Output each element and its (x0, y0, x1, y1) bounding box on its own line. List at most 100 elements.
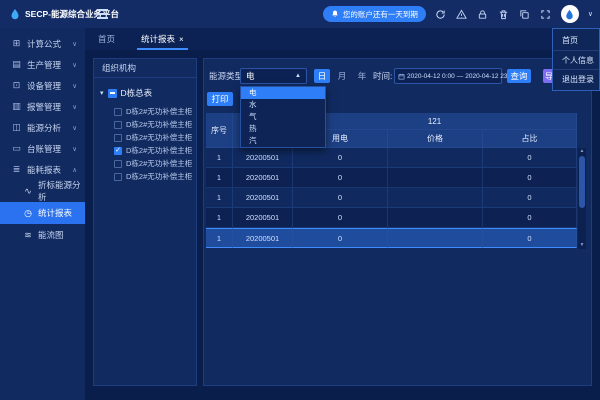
chevron-down-icon: ∨ (72, 40, 77, 48)
clock-icon: ◷ (23, 208, 33, 219)
sidebar-subitem-energy-flow[interactable]: ≋ 能流图 (0, 224, 85, 246)
dropdown-option-water[interactable]: 水 (241, 99, 325, 111)
user-menu-item-home[interactable]: 首页 (553, 31, 599, 50)
table-cell[interactable]: 0 (483, 168, 577, 188)
tree-node-checkbox[interactable] (114, 121, 122, 129)
tab-statistics-report[interactable]: 统计报表 × (128, 28, 197, 50)
table-cell[interactable]: 0 (483, 148, 577, 168)
tree-node-checkbox[interactable] (114, 108, 122, 116)
topbar-actions: 您的账户还有一天到期 ∨ (323, 5, 600, 23)
fullscreen-icon[interactable] (540, 8, 552, 20)
lock-icon[interactable] (477, 8, 489, 20)
table-cell[interactable]: 0 (293, 148, 388, 168)
line-chart-icon: ∿ (23, 186, 33, 197)
sidebar-item-energy-analysis[interactable]: ◫ 能源分析 ∨ (0, 117, 85, 138)
table-cell[interactable] (388, 148, 483, 168)
dropdown-option-heat[interactable]: 热 (241, 123, 325, 135)
table-cell-selected[interactable]: 0 (293, 228, 388, 248)
sidebar-item-device[interactable]: ⊡ 设备管理 ∨ (0, 75, 85, 96)
tab-home[interactable]: 首页 (85, 28, 128, 50)
table-cell[interactable]: 1 (206, 148, 233, 168)
notice-button[interactable]: 您的账户还有一天到期 (323, 6, 426, 22)
sidebar-subitem-statistics-report[interactable]: ◷ 统计报表 (0, 202, 85, 224)
dropdown-arrow-up-icon: ▲ (295, 73, 301, 79)
sidebar-subitem-std-energy-analysis[interactable]: ∿ 折标能源分析 (0, 180, 85, 202)
table-cell-selected[interactable]: 20200501 (233, 228, 293, 248)
scroll-down-icon[interactable]: ▼ (580, 242, 585, 249)
table-cell-selected[interactable]: 1 (206, 228, 233, 248)
tree-node-checkbox-checked[interactable]: ✓ (114, 147, 122, 155)
table-cell[interactable]: 1 (206, 208, 233, 228)
col-header-ratio: 占比 (483, 130, 577, 148)
period-day-button[interactable]: 日 (314, 69, 330, 83)
table-cell[interactable] (388, 168, 483, 188)
user-avatar[interactable] (561, 5, 579, 23)
table-cell[interactable]: 0 (293, 188, 388, 208)
scrollbar-thumb[interactable] (579, 156, 585, 208)
sidebar: ⊞ 计算公式 ∨ ▤ 生产管理 ∨ ⊡ 设备管理 ∨ ▥ 报警管理 ∨ ◫ 能源… (0, 28, 85, 400)
table-cell-selected[interactable]: 0 (483, 228, 577, 248)
query-button[interactable]: 查询 (507, 69, 531, 83)
period-year-button[interactable]: 年 (354, 69, 370, 83)
tree-node-checkbox[interactable] (114, 173, 122, 181)
table-cell[interactable]: 0 (483, 188, 577, 208)
tree-node[interactable]: D栋2#无功补偿主柜 (94, 131, 196, 144)
table-cell[interactable]: 1 (206, 188, 233, 208)
user-menu-item-profile[interactable]: 个人信息 (553, 50, 599, 69)
table-cell[interactable]: 1 (206, 168, 233, 188)
tree-root-checkbox[interactable] (108, 89, 117, 98)
table-cell[interactable]: 20200501 (233, 208, 293, 228)
caret-down-icon[interactable]: ▾ (100, 89, 104, 97)
sidebar-item-alarm[interactable]: ▥ 报警管理 ∨ (0, 96, 85, 117)
table-cell[interactable]: 0 (293, 168, 388, 188)
org-tree-panel: 组织机构 ▾ D栋总表 D栋2#无功补偿主柜 D栋2#无功补偿主柜 D栋2#无功… (93, 58, 197, 386)
date-range-input[interactable]: 2020-04-12 0:00 — 2020-04-12 23:59 (394, 68, 502, 84)
table-cell[interactable] (388, 188, 483, 208)
close-icon[interactable]: × (179, 35, 184, 44)
tree-node[interactable]: D栋2#无功补偿主柜 (94, 105, 196, 118)
table-cell[interactable]: 0 (293, 208, 388, 228)
alarm-icon: ▥ (11, 101, 22, 112)
app-root: SECP-能源综合业务平台 您的账户还有一天到期 (0, 0, 600, 400)
table-cell[interactable]: 20200501 (233, 188, 293, 208)
analysis-icon: ◫ (11, 122, 22, 133)
table-scrollbar[interactable]: ▲ ▼ (578, 148, 586, 249)
user-menu-chevron-icon[interactable]: ∨ (588, 10, 593, 18)
user-dropdown-menu: 首页 个人信息 退出登录 (552, 28, 600, 91)
flow-icon: ≋ (23, 230, 33, 241)
sidebar-item-calc-formula[interactable]: ⊞ 计算公式 ∨ (0, 33, 85, 54)
table-cell-selected[interactable] (388, 228, 483, 248)
energy-type-label: 能源类型 (209, 68, 243, 84)
menu-collapse-icon[interactable] (92, 0, 112, 28)
dropdown-option-gas[interactable]: 气 (241, 111, 325, 123)
date-separator: — (457, 73, 464, 80)
table-cell[interactable]: 0 (483, 208, 577, 228)
sidebar-item-energy-report[interactable]: ≣ 能耗报表 ∧ (0, 159, 85, 180)
print-button[interactable]: 打印 (207, 92, 233, 106)
table-cell[interactable] (388, 208, 483, 228)
sidebar-item-production[interactable]: ▤ 生产管理 ∨ (0, 54, 85, 75)
tree-node[interactable]: D栋2#无功补偿主柜 (94, 118, 196, 131)
dropdown-option-steam[interactable]: 汽 (241, 135, 325, 147)
tree-root-node[interactable]: ▾ D栋总表 (100, 87, 192, 99)
period-month-button[interactable]: 月 (334, 69, 350, 83)
scroll-up-icon[interactable]: ▲ (580, 148, 585, 155)
refresh-icon[interactable] (435, 8, 447, 20)
tree-node[interactable]: D栋2#无功补偿主柜 (94, 157, 196, 170)
table-cell[interactable]: 20200501 (233, 148, 293, 168)
dropdown-option-electricity[interactable]: 电 (241, 87, 325, 99)
user-menu-item-logout[interactable]: 退出登录 (553, 69, 599, 88)
tree-node-checkbox[interactable] (114, 160, 122, 168)
copy-icon[interactable] (519, 8, 531, 20)
sidebar-item-ledger[interactable]: ▭ 台账管理 ∨ (0, 138, 85, 159)
tree-node[interactable]: ✓ D栋2#无功补偿主柜 (94, 144, 196, 157)
tree-node-checkbox[interactable] (114, 134, 122, 142)
energy-type-select[interactable]: 电 ▲ (240, 68, 307, 84)
table-cell[interactable]: 20200501 (233, 168, 293, 188)
date-start-value: 2020-04-12 0:00 (407, 73, 455, 80)
tree-node[interactable]: D栋2#无功补偿主柜 (94, 170, 196, 183)
time-label: 时间: (373, 68, 392, 84)
bell-icon (331, 10, 339, 18)
trash-icon[interactable] (498, 8, 510, 20)
alert-icon[interactable] (456, 8, 468, 20)
